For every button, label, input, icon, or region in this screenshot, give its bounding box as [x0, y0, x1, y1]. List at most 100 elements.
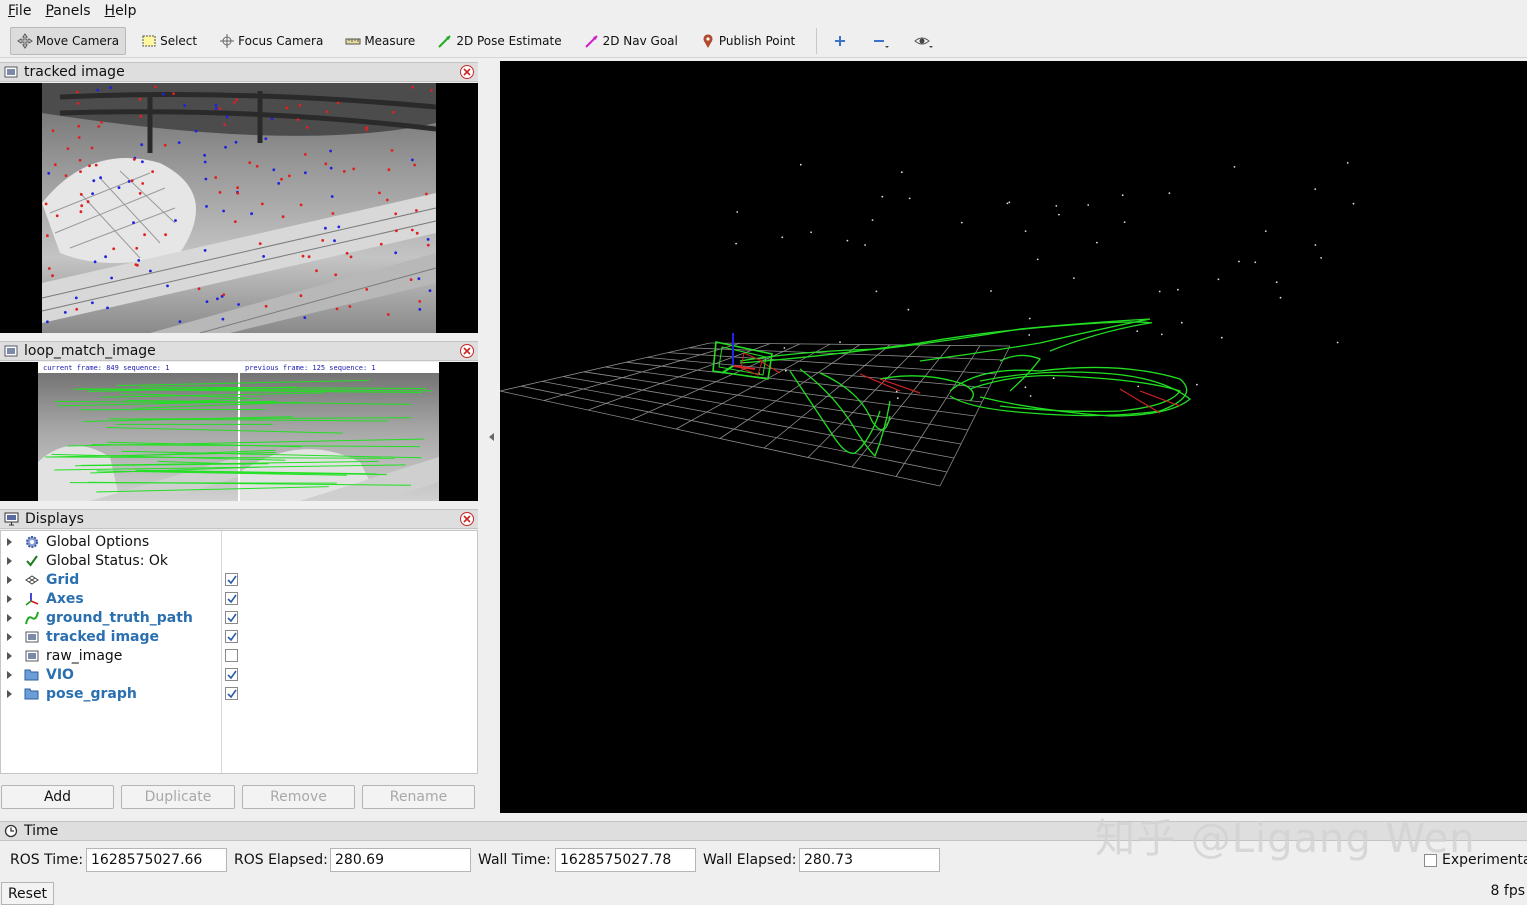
- menu-panels-rest: anels: [53, 3, 91, 19]
- experimental-checkbox[interactable]: [1424, 854, 1437, 867]
- move-camera-button[interactable]: Move Camera: [10, 26, 127, 55]
- publish-point-label: Publish Point: [718, 33, 796, 48]
- feature-point: [430, 89, 433, 92]
- axes-checkbox[interactable]: [225, 592, 238, 605]
- feature-point: [149, 269, 152, 273]
- time-panel-header[interactable]: Time: [0, 821, 1527, 841]
- tracked-image-panel-header[interactable]: tracked image: [0, 62, 478, 82]
- loop-match-panel-header[interactable]: loop_match_image: [0, 341, 478, 361]
- expand-arrow-icon[interactable]: [7, 689, 12, 698]
- feature-point: [387, 168, 391, 172]
- rename-button[interactable]: Rename: [362, 785, 475, 809]
- menu-help[interactable]: Help: [105, 3, 137, 19]
- feature-point: [264, 137, 268, 141]
- tree-row-ground-truth-path[interactable]: ground_truth_path: [1, 608, 477, 627]
- feature-point: [222, 293, 226, 297]
- splitter-collapse-icon[interactable]: [489, 433, 494, 441]
- menu-file[interactable]: File: [8, 3, 31, 19]
- expand-arrow-icon[interactable]: [7, 575, 12, 584]
- landmark-point: [1177, 288, 1179, 291]
- remove-button[interactable]: Remove: [242, 785, 355, 809]
- view-tool-button[interactable]: [909, 27, 942, 55]
- measure-button[interactable]: Measure: [338, 27, 422, 55]
- menu-file-rest: ile: [15, 3, 32, 19]
- menu-file-mnemonic: F: [8, 3, 16, 19]
- tree-row-global-options[interactable]: Global Options: [1, 532, 477, 551]
- focus-camera-button[interactable]: Focus Camera: [212, 27, 330, 55]
- expand-arrow-icon[interactable]: [7, 670, 12, 679]
- tracked-image-close-button[interactable]: [460, 65, 474, 79]
- landmark-point: [1137, 385, 1140, 388]
- landmark-point: [799, 163, 802, 166]
- displays-panel-header[interactable]: Displays: [0, 509, 478, 529]
- add-tool-button[interactable]: [827, 27, 856, 55]
- loop-match-view: current frame: 849 sequence: 1 previous …: [0, 362, 478, 501]
- duplicate-button[interactable]: Duplicate: [121, 785, 235, 809]
- feature-point: [330, 195, 334, 198]
- tree-row-axes[interactable]: Axes: [1, 589, 477, 608]
- close-icon: [463, 347, 471, 355]
- add-button[interactable]: Add: [1, 785, 114, 809]
- grid-checkbox[interactable]: [225, 573, 238, 586]
- feature-point: [285, 106, 289, 110]
- raw-image-checkbox[interactable]: [225, 649, 238, 662]
- expand-arrow-icon[interactable]: [7, 594, 12, 603]
- feature-point: [203, 160, 207, 164]
- feature-point: [299, 294, 303, 298]
- tracked-image-checkbox[interactable]: [225, 630, 238, 643]
- landmark-point: [1087, 204, 1090, 206]
- remove-tool-button[interactable]: [866, 27, 899, 55]
- tree-row-tracked-image[interactable]: tracked image: [1, 627, 477, 646]
- feature-point: [214, 176, 218, 179]
- tree-row-raw-image[interactable]: raw_image: [1, 646, 477, 665]
- tree-row-global-status[interactable]: Global Status: Ok: [1, 551, 477, 570]
- expand-arrow-icon[interactable]: [7, 632, 12, 641]
- expand-arrow-icon[interactable]: [7, 556, 12, 565]
- publish-point-button[interactable]: Publish Point: [693, 27, 802, 55]
- feature-point: [342, 170, 346, 173]
- landmark-point: [871, 219, 874, 222]
- feature-point: [418, 300, 422, 303]
- feature-point: [425, 192, 428, 196]
- landmark-point: [908, 197, 911, 200]
- feature-point: [426, 243, 430, 247]
- feature-point: [143, 233, 147, 237]
- feature-point: [77, 124, 81, 128]
- pose-estimate-button[interactable]: 2D Pose Estimate: [430, 27, 568, 55]
- vio-checkbox[interactable]: [225, 668, 238, 681]
- feature-point: [134, 263, 138, 266]
- tree-row-vio[interactable]: VIO: [1, 665, 477, 684]
- landmark-point: [1024, 230, 1027, 233]
- reset-button[interactable]: Reset: [1, 882, 54, 905]
- 3d-viewport[interactable]: [499, 61, 1527, 813]
- feature-point: [409, 278, 413, 281]
- menu-panels[interactable]: Panels: [45, 3, 90, 19]
- nav-goal-button[interactable]: 2D Nav Goal: [577, 27, 685, 55]
- wall-time-field[interactable]: 1628575027.78: [555, 848, 696, 872]
- pose-graph-checkbox[interactable]: [225, 687, 238, 700]
- displays-close-button[interactable]: [460, 512, 474, 526]
- wall-elapsed-field[interactable]: 280.73: [799, 848, 940, 872]
- ros-elapsed-field[interactable]: 280.69: [330, 848, 471, 872]
- landmark-point: [1029, 395, 1032, 397]
- tree-row-pose-graph[interactable]: pose_graph: [1, 684, 477, 703]
- ros-time-field[interactable]: 1628575027.66: [86, 848, 227, 872]
- feature-point: [132, 158, 136, 161]
- expand-arrow-icon[interactable]: [7, 537, 12, 546]
- displays-tree[interactable]: Global Options Global Status: Ok Grid Ax…: [0, 530, 478, 774]
- expand-arrow-icon[interactable]: [7, 651, 12, 660]
- loop-match-close-button[interactable]: [460, 344, 474, 358]
- ground-truth-path-checkbox[interactable]: [225, 611, 238, 624]
- grid-line: [807, 344, 921, 458]
- select-button[interactable]: Select: [134, 27, 204, 55]
- feature-point: [177, 141, 181, 144]
- feature-point: [216, 297, 219, 301]
- landmark-point: [1158, 290, 1161, 293]
- landmark-point: [1136, 330, 1139, 332]
- expand-arrow-icon[interactable]: [7, 613, 12, 622]
- feature-point: [262, 255, 265, 258]
- tree-row-grid[interactable]: Grid: [1, 570, 477, 589]
- feature-point: [137, 259, 141, 262]
- tree-label: Grid: [46, 571, 80, 588]
- feature-point: [411, 158, 414, 162]
